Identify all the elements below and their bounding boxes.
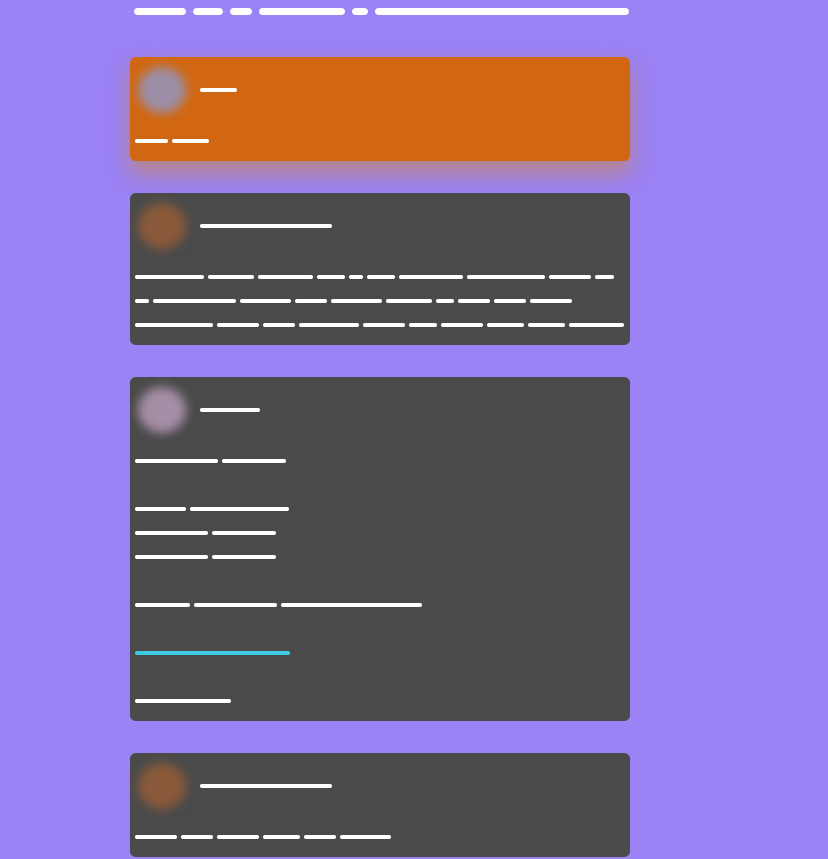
text-segment <box>135 531 208 535</box>
text-segment <box>222 459 286 463</box>
post-text-line <box>135 699 231 704</box>
text-segment <box>304 835 336 839</box>
text-segment <box>367 275 395 279</box>
text-segment <box>190 507 289 511</box>
author-name-segment <box>200 784 332 788</box>
text-segment <box>135 835 177 839</box>
post-author-name[interactable] <box>200 224 332 228</box>
post-text-line <box>135 323 624 328</box>
post-text-line <box>135 139 209 144</box>
post-link[interactable] <box>135 651 290 656</box>
text-segment <box>135 507 186 511</box>
post-author-name[interactable] <box>200 408 260 412</box>
text-segment <box>331 299 382 303</box>
text-segment <box>135 299 149 303</box>
post-text-line <box>135 555 276 560</box>
text-segment <box>281 603 422 607</box>
header-text-segment <box>230 8 252 15</box>
text-segment <box>172 139 209 143</box>
post-text-line <box>135 835 391 840</box>
header-text-segment <box>259 8 345 15</box>
text-segment <box>263 323 295 327</box>
text-segment <box>258 275 313 279</box>
text-segment <box>135 603 190 607</box>
text-segment <box>135 323 213 327</box>
text-segment <box>153 299 236 303</box>
text-segment <box>349 275 363 279</box>
header-redacted-title <box>134 8 629 15</box>
text-segment <box>217 323 259 327</box>
link-text-segment[interactable] <box>135 651 290 655</box>
post-text-line <box>135 459 286 464</box>
post-card <box>130 753 630 857</box>
text-segment <box>135 139 168 143</box>
text-segment <box>494 299 526 303</box>
post-text-line <box>135 531 276 536</box>
header-text-segment <box>193 8 223 15</box>
post-text-line <box>135 275 614 280</box>
header-text-segment <box>352 8 368 15</box>
header-text-segment <box>134 8 186 15</box>
text-segment <box>340 835 391 839</box>
post-author-name[interactable] <box>200 88 237 92</box>
text-segment <box>135 555 208 559</box>
author-name-segment <box>200 408 260 412</box>
text-segment <box>135 699 231 703</box>
text-segment <box>386 299 432 303</box>
text-segment <box>212 531 276 535</box>
user-avatar-icon[interactable] <box>138 203 186 249</box>
text-segment <box>399 275 463 279</box>
post-card <box>130 377 630 721</box>
text-segment <box>263 835 300 839</box>
author-name-segment <box>200 224 332 228</box>
text-segment <box>135 275 204 279</box>
text-segment <box>212 555 276 559</box>
text-segment <box>569 323 624 327</box>
user-avatar-icon[interactable] <box>138 763 186 809</box>
text-segment <box>549 275 591 279</box>
text-segment <box>458 299 490 303</box>
user-avatar-icon[interactable] <box>138 387 186 433</box>
post-author-name[interactable] <box>200 784 332 788</box>
text-segment <box>595 275 614 279</box>
text-segment <box>194 603 277 607</box>
text-segment <box>363 323 405 327</box>
text-segment <box>295 299 327 303</box>
text-segment <box>409 323 437 327</box>
text-segment <box>299 323 359 327</box>
text-segment <box>436 299 454 303</box>
post-card-highlighted <box>130 57 630 161</box>
post-text-line <box>135 603 422 608</box>
text-segment <box>528 323 565 327</box>
user-avatar-icon[interactable] <box>138 67 186 113</box>
text-segment <box>181 835 213 839</box>
text-segment <box>240 299 291 303</box>
text-segment <box>208 275 254 279</box>
author-name-segment <box>200 88 237 92</box>
post-text-line <box>135 507 289 512</box>
post-card <box>130 193 630 345</box>
text-segment <box>487 323 524 327</box>
post-text-line <box>135 299 572 304</box>
text-segment <box>530 299 572 303</box>
header-text-segment <box>375 8 629 15</box>
text-segment <box>317 275 345 279</box>
text-segment <box>467 275 545 279</box>
text-segment <box>217 835 259 839</box>
text-segment <box>135 459 218 463</box>
text-segment <box>441 323 483 327</box>
